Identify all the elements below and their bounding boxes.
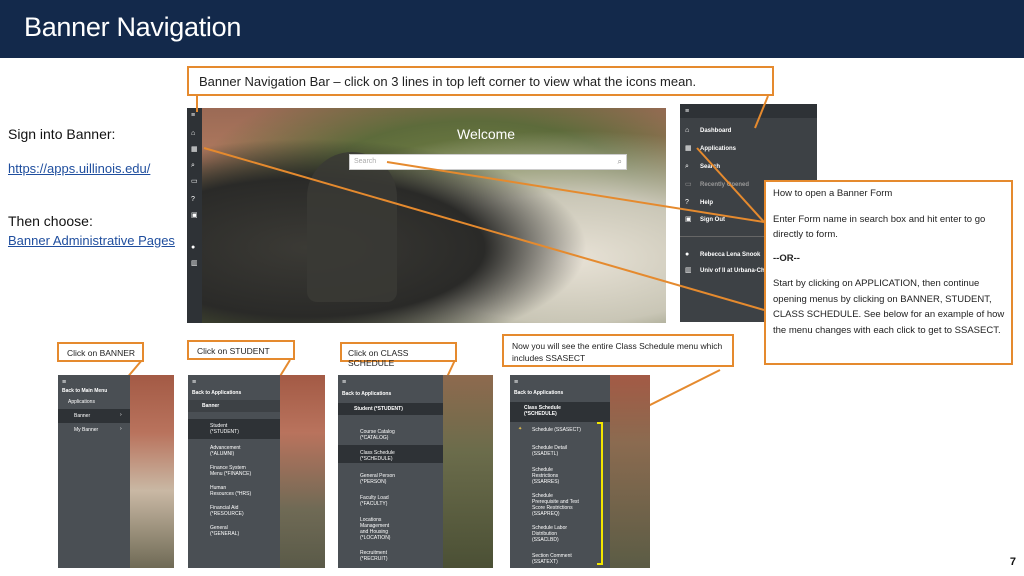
panel4-item-ssadetl[interactable]: Schedule Detail (SSADETL) <box>532 445 567 457</box>
panel1-back[interactable]: Back to Main Menu <box>62 388 107 394</box>
sign-in-label: Sign into Banner: <box>8 126 116 142</box>
slide-title: Banner Navigation <box>24 12 242 42</box>
welcome-screenshot: ≡ ⌂ ▦ ⌕ ▭ ? ▣ ● ▥ Welcome Search ⌕ <box>187 108 666 323</box>
click-class-schedule-text: Click on CLASS SCHEDULE <box>348 348 409 368</box>
user-icon[interactable]: ● <box>191 244 195 251</box>
panel4-section: Class Schedule (*SCHEDULE) <box>524 405 561 417</box>
help-icon[interactable]: ? <box>191 196 195 203</box>
menu-dashboard[interactable]: Dashboard <box>700 128 731 134</box>
panel4-screenshot: ≡ Back to Applications Class Schedule (*… <box>510 375 650 568</box>
panel2-item-general[interactable]: General (*GENERAL) <box>210 525 239 537</box>
welcome-heading: Welcome <box>457 126 516 142</box>
statue-image <box>307 152 397 302</box>
nav-bar-callout-text: Banner Navigation Bar – click on 3 lines… <box>199 74 697 89</box>
panel4-item-ssaclbd[interactable]: Schedule Labor Distribution (SSACLBD) <box>532 525 567 543</box>
panel3-section: Student (*STUDENT) <box>354 406 403 412</box>
panel3-menu: ≡ Back to Applications Student (*STUDENT… <box>338 375 443 568</box>
admin-pages-link[interactable]: Banner Administrative Pages <box>8 233 175 248</box>
panel1-screenshot: ≡ Back to Main Menu Applications Banner … <box>58 375 174 568</box>
panel4-item-ssasect[interactable]: Schedule (SSASECT) <box>532 427 581 433</box>
nav-bar-callout: Banner Navigation Bar – click on 3 lines… <box>187 66 774 96</box>
institution-icon: ▥ <box>685 267 692 274</box>
lock-icon: ▣ <box>685 216 692 223</box>
panel4-menu: ≡ Back to Applications Class Schedule (*… <box>510 375 610 568</box>
panel2-item-financial-aid[interactable]: Financial Aid (*RESOURCE) <box>210 505 244 517</box>
hamburger-menu-icon[interactable]: ≡ <box>685 108 689 115</box>
panel3-item-recruitment[interactable]: Recruitment (*RECRUIT) <box>360 550 388 562</box>
hamburger-menu-icon[interactable]: ≡ <box>342 379 346 386</box>
panel2-item-finance[interactable]: Finance System Menu (*FINANCE) <box>210 465 251 477</box>
panel2-item-advancement[interactable]: Advancement (*ALUMNI) <box>210 445 241 457</box>
home-icon: ⌂ <box>685 127 690 134</box>
panel2-item-student[interactable]: Student (*STUDENT) <box>210 423 239 435</box>
lock-icon[interactable]: ▣ <box>191 212 198 219</box>
click-student-callout: Click on STUDENT <box>187 340 295 360</box>
menu-applications[interactable]: Applications <box>700 146 736 152</box>
search-input[interactable]: Search ⌕ <box>349 154 627 170</box>
search-icon[interactable]: ⌕ <box>618 157 622 167</box>
slide-header: Banner Navigation <box>0 0 1024 58</box>
now-see-callout: Now you will see the entire Class Schedu… <box>502 334 734 367</box>
panel2-menu: ≡ Back to Applications Banner Student (*… <box>188 375 280 568</box>
user-name: Rebecca Lena Snook <box>700 252 761 258</box>
star-icon: ✦ <box>518 426 523 432</box>
panel3-screenshot: ≡ Back to Applications Student (*STUDENT… <box>338 375 493 568</box>
panel3-item-general-person[interactable]: General Person (*PERSON) <box>360 473 395 485</box>
search-icon: ⌕ <box>685 163 689 170</box>
open-form-title: How to open a Banner Form <box>773 188 893 199</box>
panel3-back[interactable]: Back to Applications <box>342 391 391 397</box>
user-icon: ● <box>685 251 690 258</box>
open-form-callout: How to open a Banner Form Enter Form nam… <box>764 180 1013 365</box>
institution-name: Univ of Il at Urbana-Cha <box>700 268 769 274</box>
search-icon[interactable]: ⌕ <box>191 162 195 169</box>
panel2-section: Banner <box>202 403 220 409</box>
menu-sign-out[interactable]: Sign Out <box>700 217 725 223</box>
menu-recently-opened[interactable]: Recently Opened <box>700 182 749 188</box>
panel4-item-ssatext[interactable]: Section Comment (SSATEXT) <box>532 553 572 565</box>
hamburger-menu-icon[interactable]: ≡ <box>62 379 66 386</box>
hamburger-menu-icon[interactable]: ≡ <box>191 112 195 119</box>
panel1-menu: ≡ Back to Main Menu Applications Banner … <box>58 375 130 568</box>
hamburger-menu-icon[interactable]: ≡ <box>514 379 518 386</box>
panel3-item-faculty-load[interactable]: Faculty Load (*FACULTY) <box>360 495 389 507</box>
open-form-step2: Start by clicking on APPLICATION, then c… <box>773 278 1005 336</box>
menu-search[interactable]: Search <box>700 164 720 170</box>
click-banner-callout: Click on BANNER <box>57 342 144 362</box>
panel1-section: Applications <box>68 399 95 405</box>
panel4-item-ssapreq[interactable]: Schedule Prerequisite and Test Score Res… <box>532 493 579 517</box>
click-student-text: Click on STUDENT <box>197 346 270 356</box>
panel2-back[interactable]: Back to Applications <box>192 390 241 396</box>
now-see-text: Now you will see the entire Class Schedu… <box>512 341 723 363</box>
menu-help[interactable]: Help <box>700 200 713 206</box>
open-form-or: --OR-- <box>773 253 800 264</box>
panel3-item-locations[interactable]: Locations Management and Housing (*LOCAT… <box>360 517 390 541</box>
hamburger-menu-icon[interactable]: ≡ <box>192 379 196 386</box>
recent-icon: ▭ <box>685 181 692 188</box>
panel2-item-hr[interactable]: Human Resources (*HRS) <box>210 485 251 497</box>
chevron-right-icon: › <box>120 426 122 432</box>
recent-icon[interactable]: ▭ <box>191 178 198 185</box>
then-choose-label: Then choose: <box>8 213 93 229</box>
open-form-step1: Enter Form name in search box and hit en… <box>773 214 986 240</box>
panel2-screenshot: ≡ Back to Applications Banner Student (*… <box>188 375 325 568</box>
search-placeholder: Search <box>354 158 377 165</box>
expanded-menu-topbar <box>680 104 817 118</box>
panel3-item-catalog[interactable]: Course Catalog (*CATALOG) <box>360 429 395 441</box>
institution-icon[interactable]: ▥ <box>191 260 198 267</box>
panel4-item-ssarres[interactable]: Schedule Restrictions (SSARRES) <box>532 467 559 485</box>
panel1-item-banner[interactable]: Banner <box>74 413 90 419</box>
click-class-schedule-callout: Click on CLASS SCHEDULE <box>340 342 457 368</box>
highlight-bracket <box>597 422 603 565</box>
home-icon[interactable]: ⌂ <box>191 130 195 137</box>
panel1-item-my-banner[interactable]: My Banner <box>74 427 98 433</box>
panel4-back[interactable]: Back to Applications <box>514 390 563 396</box>
chevron-right-icon: › <box>120 412 122 418</box>
panel3-item-class-schedule[interactable]: Class Schedule (*SCHEDULE) <box>360 450 395 462</box>
uillinois-apps-link[interactable]: https://apps.uillinois.edu/ <box>8 161 150 176</box>
applications-grid-icon: ▦ <box>685 145 692 152</box>
click-banner-text: Click on BANNER <box>67 348 136 358</box>
applications-grid-icon[interactable]: ▦ <box>191 146 198 153</box>
help-icon: ? <box>685 199 689 206</box>
page-number: 7 <box>1009 556 1016 568</box>
